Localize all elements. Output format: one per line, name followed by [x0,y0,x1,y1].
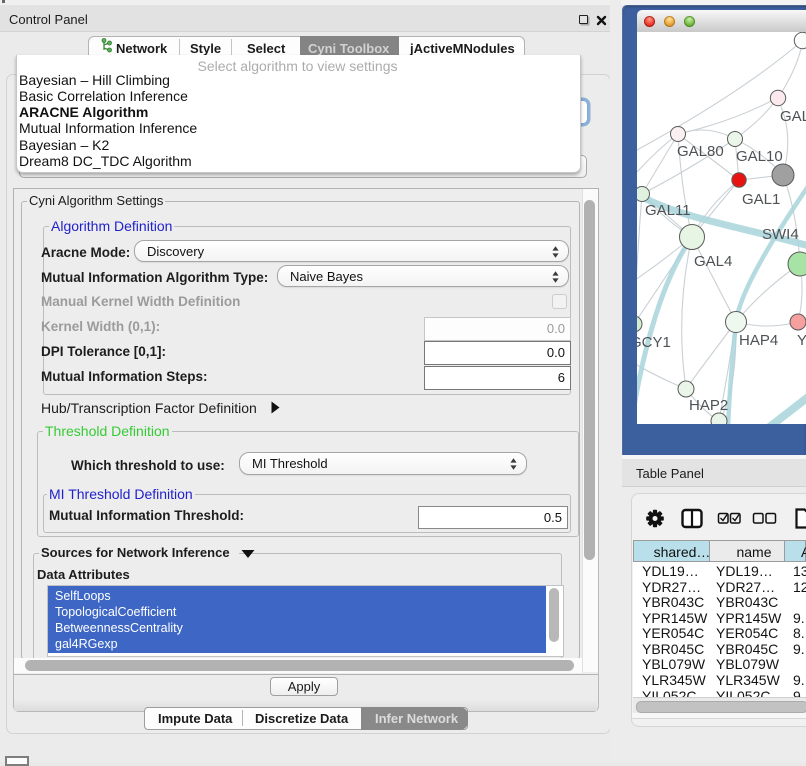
svg-text:GAL1: GAL1 [742,191,780,208]
svg-text:HAP2: HAP2 [689,397,728,414]
svg-text:GAL4: GAL4 [694,253,732,270]
svg-text:GAL80: GAL80 [677,143,724,160]
svg-text:GAL11: GAL11 [645,202,691,219]
svg-text:SWI4: SWI4 [762,226,799,243]
svg-text:GAL10: GAL10 [736,148,783,165]
svg-text:GCY1: GCY1 [637,334,671,351]
svg-text:GAL2: GAL2 [780,108,806,125]
svg-text:YP: YP [797,332,806,349]
svg-text:HAP4: HAP4 [739,332,778,349]
